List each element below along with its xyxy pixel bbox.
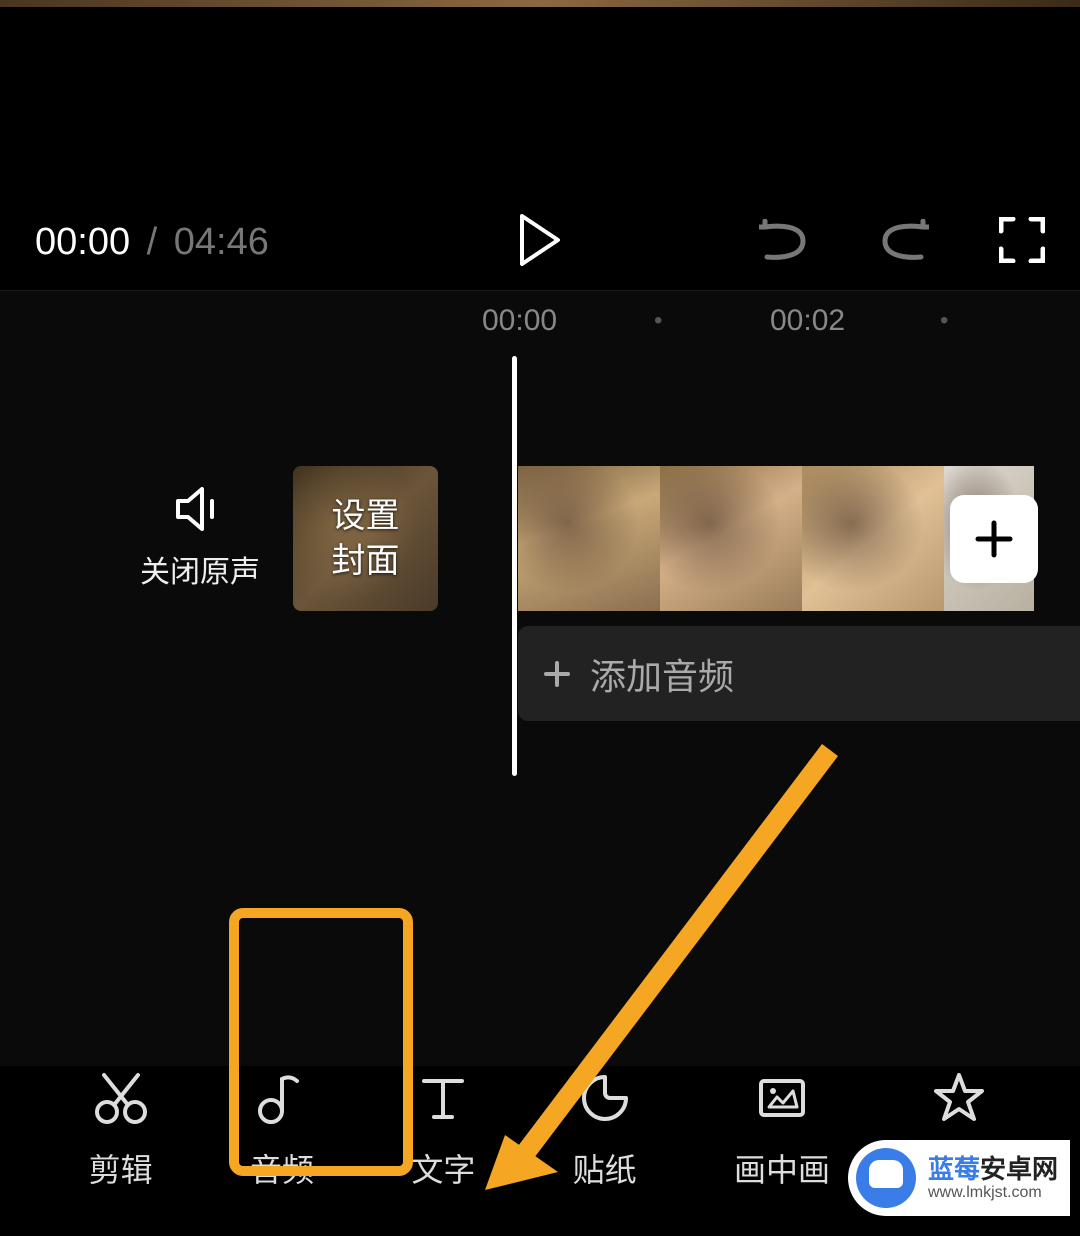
ruler-tick: • bbox=[940, 307, 948, 335]
tool-edit[interactable]: 剪辑 bbox=[89, 1071, 153, 1191]
tool-label: 文字 bbox=[411, 1145, 475, 1191]
video-frame-strip bbox=[0, 0, 1080, 7]
pip-icon bbox=[755, 1071, 809, 1125]
star-icon bbox=[932, 1071, 986, 1125]
watermark: 蓝莓安卓网 www.lmkjst.com bbox=[848, 1140, 1070, 1216]
ruler-mark: 00:00 bbox=[482, 304, 557, 338]
timeline-editor: 00:00 • 00:02 • 关闭原声 设置 封面 bbox=[0, 290, 1080, 1070]
cover-label: 设置 封面 bbox=[332, 494, 400, 582]
time-ruler[interactable]: 00:00 • 00:02 • bbox=[0, 291, 1080, 351]
mute-label: 关闭原声 bbox=[140, 547, 260, 591]
video-clip[interactable] bbox=[802, 466, 944, 611]
text-icon bbox=[416, 1071, 470, 1125]
playhead[interactable] bbox=[512, 356, 517, 776]
play-button[interactable] bbox=[518, 214, 562, 271]
scissors-icon bbox=[94, 1071, 148, 1125]
tool-label: 画中画 bbox=[734, 1145, 830, 1191]
speaker-icon bbox=[176, 487, 224, 531]
video-clip[interactable] bbox=[518, 466, 660, 611]
tool-audio[interactable]: 音频 bbox=[250, 1071, 314, 1191]
add-audio-button[interactable]: 添加音频 bbox=[518, 626, 1080, 721]
watermark-url: www.lmkjst.com bbox=[928, 1184, 1058, 1202]
watermark-text: 蓝莓安卓网 www.lmkjst.com bbox=[928, 1155, 1058, 1201]
tool-pip[interactable]: 画中画 bbox=[734, 1071, 830, 1191]
time-display: 00:00 / 04:46 bbox=[35, 221, 269, 264]
playback-controls: 00:00 / 04:46 bbox=[0, 217, 1080, 268]
undo-button[interactable] bbox=[759, 219, 809, 266]
mute-original-button[interactable]: 关闭原声 bbox=[130, 487, 270, 591]
tool-text[interactable]: 文字 bbox=[411, 1071, 475, 1191]
total-time: 04:46 bbox=[174, 221, 269, 263]
set-cover-button[interactable]: 设置 封面 bbox=[293, 466, 438, 611]
video-track: 关闭原声 设置 封面 bbox=[0, 466, 1080, 611]
ruler-tick: • bbox=[654, 307, 662, 335]
add-clip-button[interactable] bbox=[950, 495, 1038, 583]
watermark-icon bbox=[856, 1148, 916, 1208]
current-time: 00:00 bbox=[35, 221, 130, 263]
plus-icon bbox=[974, 519, 1014, 559]
ruler-mark: 00:02 bbox=[770, 304, 845, 338]
time-separator: / bbox=[147, 221, 158, 263]
sticker-icon bbox=[578, 1071, 632, 1125]
tool-label: 音频 bbox=[250, 1145, 314, 1191]
watermark-title-suffix: 安卓网 bbox=[980, 1154, 1058, 1184]
music-note-icon bbox=[255, 1071, 309, 1125]
tool-label: 贴纸 bbox=[573, 1145, 637, 1191]
watermark-title-prefix: 蓝莓 bbox=[928, 1154, 980, 1184]
video-preview: 00:00 / 04:46 bbox=[0, 7, 1080, 290]
tool-sticker[interactable]: 贴纸 bbox=[573, 1071, 637, 1191]
video-clip[interactable] bbox=[660, 466, 802, 611]
add-audio-label: 添加音频 bbox=[590, 648, 734, 700]
redo-button[interactable] bbox=[879, 219, 929, 266]
fullscreen-button[interactable] bbox=[999, 217, 1045, 268]
plus-icon bbox=[542, 659, 572, 689]
tool-label: 剪辑 bbox=[89, 1145, 153, 1191]
right-controls bbox=[759, 217, 1045, 268]
